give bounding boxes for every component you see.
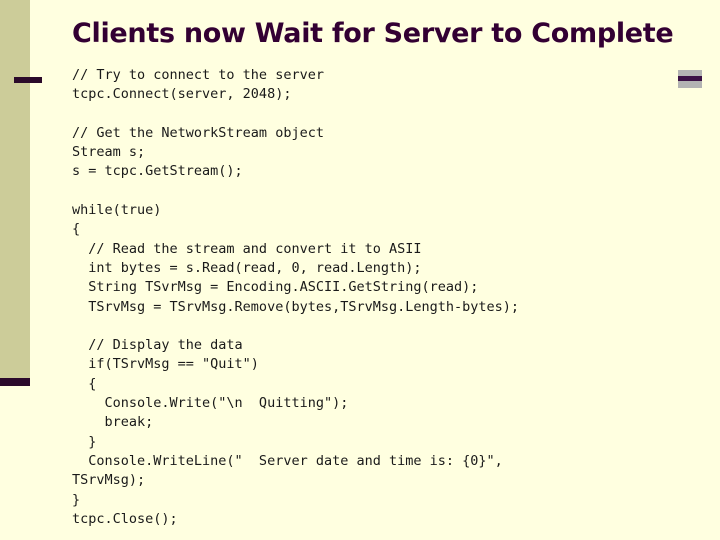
code-line: while(true)	[72, 202, 162, 219]
code-line: s = tcpc.GetStream();	[72, 163, 243, 180]
slide-canvas: Clients now Wait for Server to Complete …	[0, 0, 720, 540]
code-line: String TSvrMsg = Encoding.ASCII.GetStrin…	[72, 279, 479, 296]
title-dash-decoration	[14, 77, 42, 83]
code-line: break;	[72, 414, 154, 431]
code-line: }	[72, 491, 81, 508]
code-line: {	[72, 221, 81, 238]
code-line: tcpc.Connect(server, 2048);	[72, 86, 292, 103]
code-line: // Display the data	[72, 337, 243, 354]
slide-title: Clients now Wait for Server to Complete	[72, 18, 674, 49]
left-accent-bar-cap	[0, 378, 30, 386]
code-line: Console.WriteLine(" Server date and time…	[72, 452, 503, 469]
code-line: tcpc.Close();	[72, 510, 178, 527]
left-accent-bar	[0, 0, 30, 378]
code-line: TSrvMsg);	[72, 472, 146, 489]
code-line: // Try to connect to the server	[72, 67, 324, 83]
code-line: {	[72, 375, 97, 392]
code-line: int bytes = s.Read(read, 0, read.Length)…	[72, 259, 422, 276]
code-line: }	[72, 433, 97, 450]
code-block: // Try to connect to the server tcpc.Conn…	[72, 66, 692, 529]
code-line: TSrvMsg = TSrvMsg.Remove(bytes,TSrvMsg.L…	[72, 298, 520, 315]
code-line: Stream s;	[72, 144, 146, 161]
code-line: Console.Write("\n Quitting");	[72, 395, 349, 412]
code-line: // Get the NetworkStream object	[72, 124, 324, 141]
code-line: if(TSrvMsg == "Quit")	[72, 356, 259, 373]
code-line: // Read the stream and convert it to ASI…	[72, 240, 422, 257]
